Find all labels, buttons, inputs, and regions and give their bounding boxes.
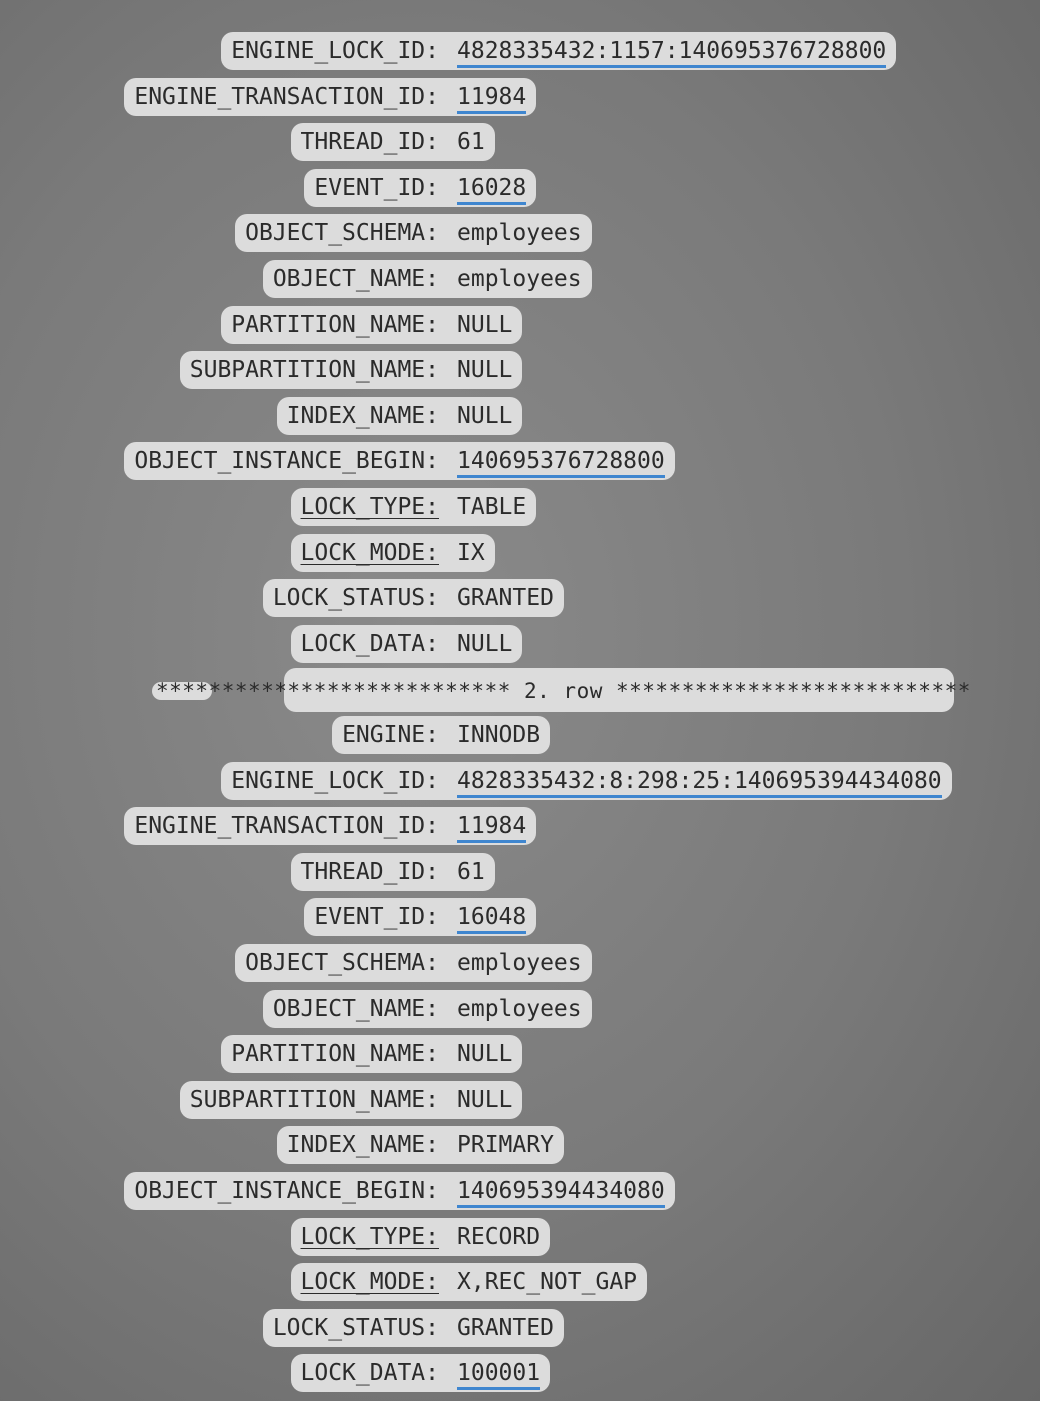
field-row-lock-type: LOCK_TYPE: TABLE bbox=[0, 488, 1040, 526]
field-row-partition-name: PARTITION_NAME: NULL bbox=[0, 305, 1040, 344]
field-value: 16028 bbox=[445, 168, 537, 207]
field-key: LOCK_TYPE: bbox=[290, 488, 445, 526]
field-key: THREAD_ID: bbox=[290, 852, 445, 891]
field-row-lock-mode: LOCK_MODE: IX bbox=[0, 533, 1040, 572]
field-key: INDEX_NAME: bbox=[276, 396, 445, 435]
field-row-engine-transaction-id: ENGINE_TRANSACTION_ID: 11984 bbox=[0, 807, 1040, 846]
field-row-lock-status: LOCK_STATUS: GRANTED bbox=[0, 579, 1040, 618]
field-key: LOCK_STATUS: bbox=[262, 579, 445, 618]
field-value: 100001 bbox=[445, 1354, 551, 1393]
field-row-lock-type: LOCK_TYPE: RECORD bbox=[0, 1217, 1040, 1256]
field-value: NULL bbox=[445, 1080, 523, 1119]
field-key: LOCK_MODE: bbox=[290, 533, 445, 572]
field-row-engine-lock-id: ENGINE_LOCK_ID: 4828335432:8:298:25:14069… bbox=[0, 761, 1040, 800]
field-value: employees bbox=[445, 260, 592, 298]
field-key: LOCK_DATA: bbox=[290, 624, 445, 663]
separator-text: *************************** 2. row *****… bbox=[156, 679, 971, 704]
field-key: OBJECT_NAME: bbox=[262, 260, 445, 298]
field-key: ENGINE_TRANSACTION_ID: bbox=[124, 77, 445, 116]
field-key: SUBPARTITION_NAME: bbox=[179, 1080, 445, 1119]
field-value: employees bbox=[445, 214, 592, 253]
field-value: employees bbox=[445, 989, 592, 1028]
field-key: SUBPARTITION_NAME: bbox=[179, 351, 445, 390]
field-row-object-instance-begin: OBJECT_INSTANCE_BEGIN: 140695394434080 bbox=[0, 1172, 1040, 1210]
field-value: 4828335432:1157:140695376728800 bbox=[445, 32, 897, 70]
field-key: EVENT_ID: bbox=[304, 168, 445, 207]
field-value: TABLE bbox=[445, 488, 537, 526]
field-key: ENGINE: bbox=[332, 716, 445, 754]
field-key: INDEX_NAME: bbox=[276, 1126, 445, 1165]
field-key: PARTITION_NAME: bbox=[221, 1035, 445, 1074]
field-row-index-name: INDEX_NAME: NULL bbox=[0, 396, 1040, 435]
field-row-object-name: OBJECT_NAME: employees bbox=[0, 989, 1040, 1028]
field-row-event-id: EVENT_ID: 16048 bbox=[0, 898, 1040, 937]
field-row-subpartition-name: SUBPARTITION_NAME: NULL bbox=[0, 351, 1040, 390]
field-row-object-schema: OBJECT_SCHEMA: employees bbox=[0, 214, 1040, 253]
field-value: NULL bbox=[445, 1035, 523, 1074]
field-value: RECORD bbox=[445, 1217, 551, 1256]
lock-output-document: ENGINE_LOCK_ID: 4828335432:1157:140695376… bbox=[0, 0, 1040, 1401]
field-key: PARTITION_NAME: bbox=[221, 305, 445, 344]
field-row-lock-data: LOCK_DATA: NULL bbox=[0, 624, 1040, 663]
field-key: THREAD_ID: bbox=[290, 123, 445, 162]
field-key: OBJECT_NAME: bbox=[262, 989, 445, 1028]
field-row-lock-mode: LOCK_MODE: X,REC_NOT_GAP bbox=[0, 1263, 1040, 1302]
field-key: OBJECT_SCHEMA: bbox=[235, 944, 445, 982]
field-row-engine-lock-id: ENGINE_LOCK_ID: 4828335432:1157:140695376… bbox=[0, 32, 1040, 70]
field-key: OBJECT_INSTANCE_BEGIN: bbox=[124, 1172, 445, 1210]
field-row-index-name: INDEX_NAME: PRIMARY bbox=[0, 1126, 1040, 1165]
field-key: LOCK_STATUS: bbox=[262, 1308, 445, 1347]
field-value: GRANTED bbox=[445, 579, 564, 618]
field-value: 16048 bbox=[445, 898, 537, 937]
field-value: employees bbox=[445, 944, 592, 982]
field-value: 140695394434080 bbox=[445, 1172, 675, 1210]
field-key: EVENT_ID: bbox=[304, 898, 445, 937]
field-key: LOCK_MODE: bbox=[290, 1263, 445, 1302]
field-value: GRANTED bbox=[445, 1308, 564, 1347]
field-value: NULL bbox=[445, 396, 523, 435]
field-value: NULL bbox=[445, 305, 523, 344]
field-value: 11984 bbox=[445, 77, 537, 116]
field-row-engine: ENGINE: INNODB bbox=[0, 716, 1040, 754]
field-value: IX bbox=[445, 533, 495, 572]
field-row-thread-id: THREAD_ID: 61 bbox=[0, 123, 1040, 162]
field-row-lock-data: LOCK_DATA: 100001 bbox=[0, 1354, 1040, 1393]
field-row-partition-name: PARTITION_NAME: NULL bbox=[0, 1035, 1040, 1074]
field-value: 61 bbox=[445, 852, 495, 891]
field-key: LOCK_DATA: bbox=[290, 1354, 445, 1393]
field-value: 61 bbox=[445, 123, 495, 162]
field-row-thread-id: THREAD_ID: 61 bbox=[0, 852, 1040, 891]
field-value: PRIMARY bbox=[445, 1126, 564, 1165]
field-row-object-name: OBJECT_NAME: employees bbox=[0, 260, 1040, 298]
field-key: OBJECT_SCHEMA: bbox=[235, 214, 445, 253]
field-value: INNODB bbox=[445, 716, 551, 754]
field-row-event-id: EVENT_ID: 16028 bbox=[0, 168, 1040, 207]
field-value: 4828335432:8:298:25:140695394434080 bbox=[445, 761, 952, 800]
field-value: NULL bbox=[445, 351, 523, 390]
field-key: LOCK_TYPE: bbox=[290, 1217, 445, 1256]
field-value: NULL bbox=[445, 624, 523, 663]
field-value: 140695376728800 bbox=[445, 442, 675, 481]
field-row-engine-transaction-id: ENGINE_TRANSACTION_ID: 11984 bbox=[0, 77, 1040, 116]
field-key: OBJECT_INSTANCE_BEGIN: bbox=[124, 442, 445, 481]
field-key: ENGINE_LOCK_ID: bbox=[221, 32, 445, 70]
field-key: ENGINE_TRANSACTION_ID: bbox=[124, 807, 445, 846]
field-key: ENGINE_LOCK_ID: bbox=[221, 761, 445, 800]
field-row-object-schema: OBJECT_SCHEMA: employees bbox=[0, 944, 1040, 982]
field-value: X,REC_NOT_GAP bbox=[445, 1263, 648, 1302]
row-separator: *************************** 2. row *****… bbox=[0, 668, 1040, 713]
field-row-object-instance-begin: OBJECT_INSTANCE_BEGIN: 140695376728800 bbox=[0, 442, 1040, 481]
field-row-lock-status: LOCK_STATUS: GRANTED bbox=[0, 1308, 1040, 1347]
field-row-subpartition-name: SUBPARTITION_NAME: NULL bbox=[0, 1080, 1040, 1119]
field-value: 11984 bbox=[445, 807, 537, 846]
